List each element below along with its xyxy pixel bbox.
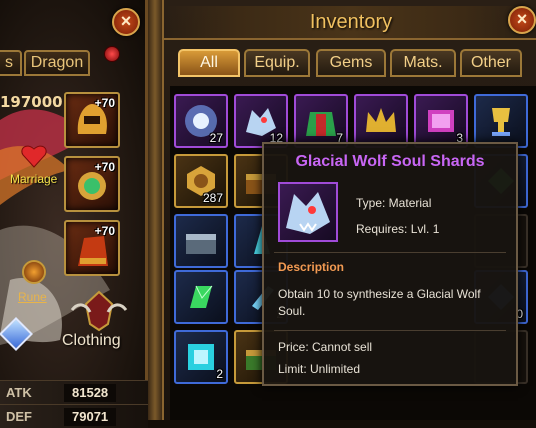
gear-slot-amulet[interactable]: +70: [64, 156, 120, 212]
clothing-emblem-icon[interactable]: [68, 288, 130, 332]
inventory-slot[interactable]: 7: [294, 94, 348, 148]
gear-level: +70: [94, 96, 115, 110]
tooltip-type: Type: Material: [356, 196, 432, 210]
power-value: 197000: [0, 93, 63, 111]
tab-dragon[interactable]: Dragon: [24, 50, 90, 76]
inventory-slot[interactable]: 27: [174, 94, 228, 148]
scroll-icon: [428, 110, 454, 132]
item-count: 27: [209, 131, 223, 145]
marriage-label[interactable]: Marriage: [10, 172, 57, 186]
panel-divider: [148, 0, 162, 420]
tab-mats[interactable]: Mats.: [390, 49, 456, 77]
tooltip-separator: [274, 252, 506, 253]
tooltip-item-icon: [278, 182, 338, 242]
gear-level: +70: [94, 160, 115, 174]
tab-equip[interactable]: Equip.: [244, 49, 310, 77]
inventory-title: Inventory: [309, 11, 393, 33]
inventory-slot[interactable]: [474, 94, 528, 148]
inventory-slot[interactable]: 2: [174, 330, 228, 384]
gear-slot-gloves[interactable]: +70: [64, 220, 120, 276]
tab-all[interactable]: All: [178, 49, 240, 77]
stat-label: ATK: [6, 385, 32, 400]
stat-value: 79071: [64, 408, 117, 426]
rune-label[interactable]: Rune: [18, 290, 47, 304]
gear-slot-helmet[interactable]: +70: [64, 92, 120, 148]
wolf-soul-icon: [286, 192, 330, 234]
tooltip-description-header: Description: [278, 260, 345, 274]
inventory-slot[interactable]: [354, 94, 408, 148]
stat-row-def: DEF 79071: [0, 404, 148, 428]
sapphire-icon: [188, 344, 214, 370]
stat-label: DEF: [6, 409, 32, 424]
tooltip-limit: Limit: Unlimited: [278, 362, 361, 376]
trophy-icon: [492, 108, 510, 136]
tab-gems[interactable]: Gems: [316, 49, 386, 77]
tooltip-description: Obtain 10 to synthesize a Glacial Wolf S…: [278, 287, 481, 318]
gear-level: +70: [94, 224, 115, 238]
tooltip-title: Glacial Wolf Soul Shards: [295, 153, 485, 170]
close-character-button[interactable]: ×: [112, 8, 140, 36]
close-inventory-button[interactable]: ×: [508, 6, 536, 34]
item-count: 287: [202, 191, 223, 205]
tooltip-price: Price: Cannot sell: [278, 340, 373, 354]
character-panel: s Dragon 197000 +70 +70 +70 Marriage Run…: [0, 0, 148, 428]
heart-icon[interactable]: [20, 142, 48, 170]
clothing-label[interactable]: Clothing: [62, 332, 121, 350]
tooltip-separator: [274, 330, 506, 331]
inventory-slot[interactable]: 287: [174, 154, 228, 208]
inventory-slot[interactable]: 3: [414, 94, 468, 148]
emerald-icon: [190, 285, 213, 308]
tab-other[interactable]: Other: [460, 49, 522, 77]
item-count: 2: [216, 367, 223, 381]
armor-icon: [306, 112, 336, 136]
inventory-slot[interactable]: [174, 214, 228, 268]
stat-value: 81528: [64, 384, 117, 402]
gem-indicator-icon[interactable]: [104, 46, 120, 62]
crown-icon: [366, 108, 396, 132]
item-tooltip: Glacial Wolf Soul Shards Type: Material …: [262, 142, 518, 386]
inventory-slot[interactable]: [174, 270, 228, 324]
rune-icon[interactable]: [22, 260, 46, 284]
stat-row-atk: ATK 81528: [0, 380, 148, 404]
inventory-slot[interactable]: 12: [234, 94, 288, 148]
tooltip-requires: Requires: Lvl. 1: [356, 222, 440, 236]
tab-prev[interactable]: s: [0, 50, 22, 76]
chest-icon: [186, 234, 216, 254]
